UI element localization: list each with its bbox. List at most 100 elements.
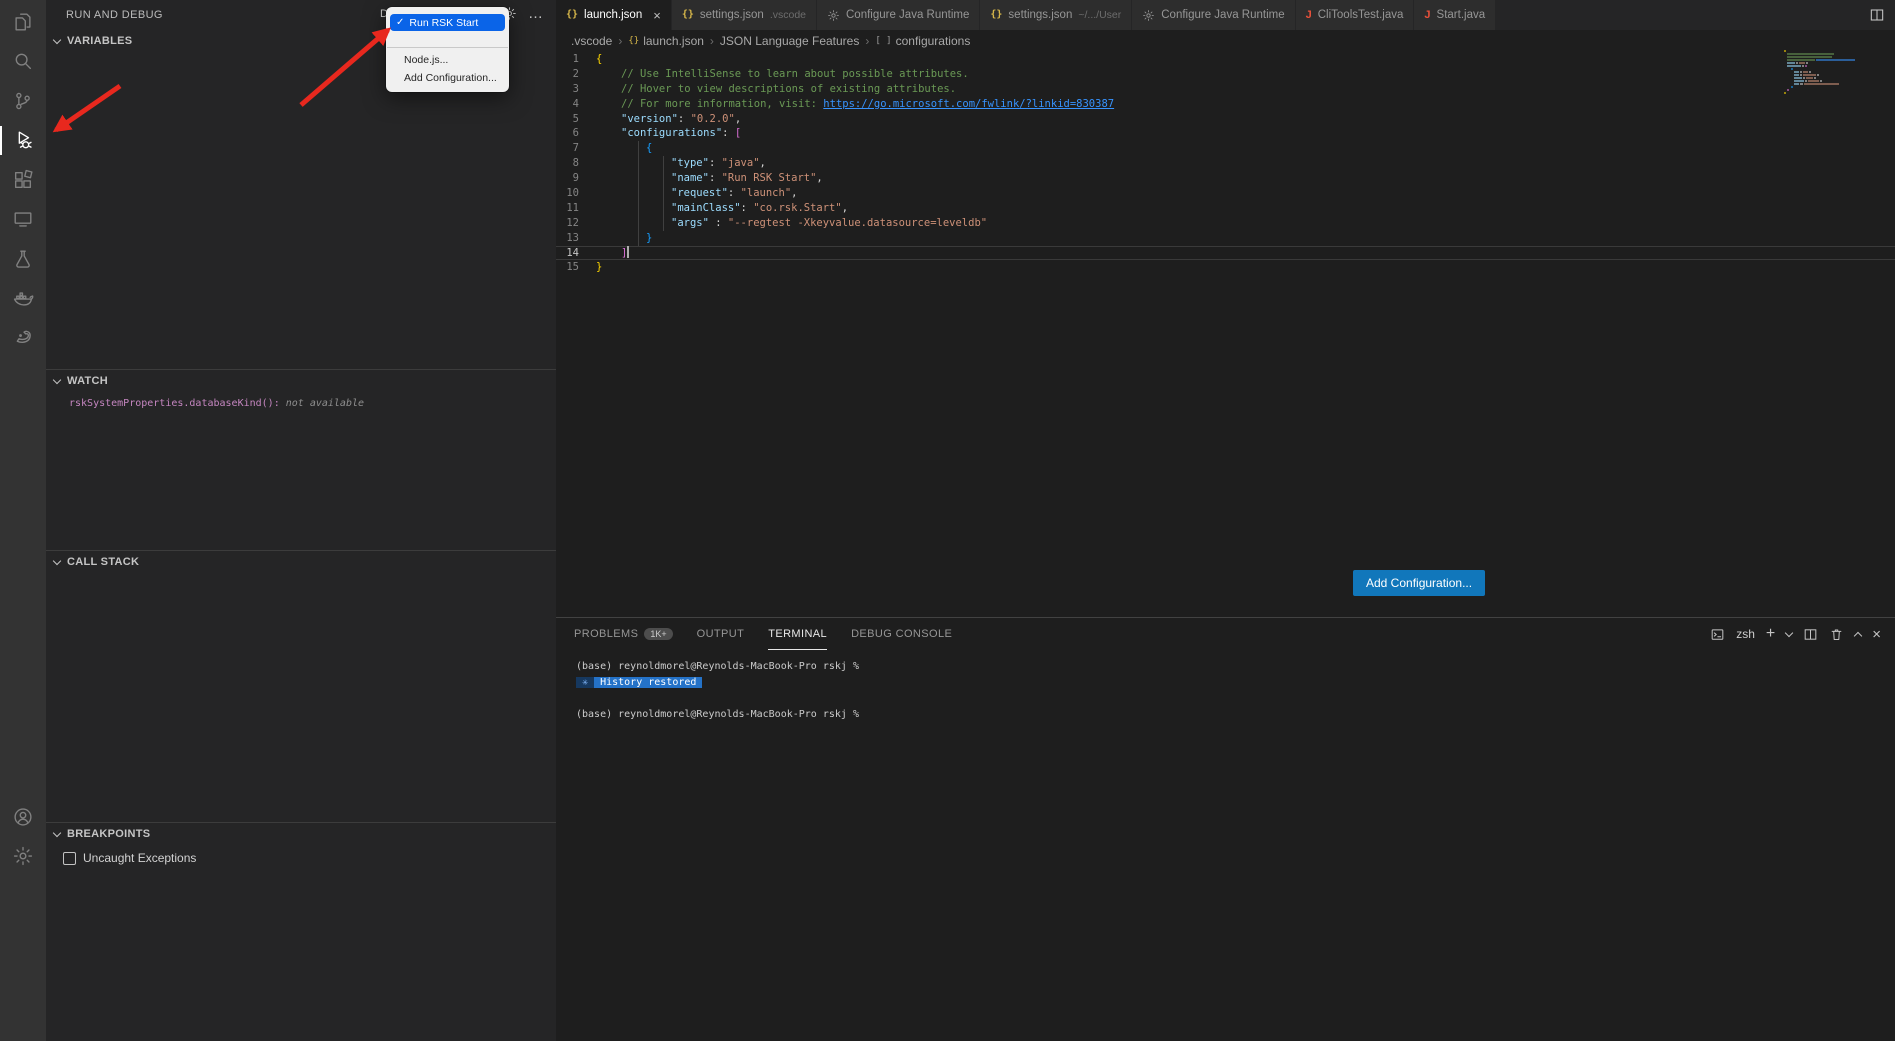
panel-tab-debug-console[interactable]: DEBUG CONSOLE bbox=[851, 618, 952, 650]
breadcrumb-item-launch-json[interactable]: {}launch.json bbox=[628, 34, 704, 48]
line-number[interactable]: 6 bbox=[556, 126, 596, 141]
activity-item-run-and-debug[interactable] bbox=[0, 121, 46, 161]
code-line[interactable]: 10"request": "launch", bbox=[556, 186, 1895, 201]
tab-configure-java-runtime[interactable]: Configure Java Runtime bbox=[817, 0, 980, 30]
line-number[interactable]: 12 bbox=[556, 216, 596, 231]
chevron-down-icon[interactable] bbox=[1785, 628, 1793, 636]
close-panel-icon[interactable]: × bbox=[1872, 627, 1881, 642]
line-number[interactable]: 5 bbox=[556, 112, 596, 127]
breadcrumb-item-vscode[interactable]: .vscode bbox=[571, 34, 612, 48]
new-terminal-icon[interactable]: + bbox=[1766, 626, 1775, 642]
panel-tab-label: DEBUG CONSOLE bbox=[851, 628, 952, 640]
code-line[interactable]: 15} bbox=[556, 260, 1895, 275]
history-star-icon: ✳ bbox=[576, 677, 594, 688]
code-line[interactable]: 1{ bbox=[556, 52, 1895, 67]
code-line[interactable]: 5"version": "0.2.0", bbox=[556, 112, 1895, 127]
activity-item-remote-explorer[interactable] bbox=[0, 200, 46, 240]
line-number[interactable]: 14 bbox=[556, 246, 596, 261]
code-line[interactable]: 14] bbox=[556, 246, 1895, 261]
line-number[interactable]: 1 bbox=[556, 52, 596, 67]
activity-item-testing[interactable] bbox=[0, 239, 46, 279]
activity-item-source-control[interactable] bbox=[0, 81, 46, 121]
code-line[interactable]: 13} bbox=[556, 231, 1895, 246]
activity-item-extensions[interactable] bbox=[0, 160, 46, 200]
menu-item-run-rsk-start[interactable]: ✓ Run RSK Start bbox=[390, 14, 505, 31]
line-number[interactable]: 11 bbox=[556, 201, 596, 216]
shell-label[interactable]: zsh bbox=[1736, 627, 1755, 641]
source-control-icon bbox=[12, 90, 34, 112]
menu-item-add-configuration[interactable]: Add Configuration... bbox=[386, 69, 509, 87]
sidebar-title: RUN AND DEBUG bbox=[66, 9, 163, 21]
breadcrumb-item-json-language-features[interactable]: JSON Language Features bbox=[720, 34, 859, 48]
beaker-icon bbox=[12, 248, 34, 270]
code-line[interactable]: 11"mainClass": "co.rsk.Start", bbox=[556, 201, 1895, 216]
line-number[interactable]: 8 bbox=[556, 156, 596, 171]
line-number[interactable]: 4 bbox=[556, 97, 596, 112]
code-editor[interactable]: 1{2// Use IntelliSense to learn about po… bbox=[556, 52, 1895, 275]
breadcrumb-item-configurations[interactable]: [ ]configurations bbox=[875, 34, 970, 48]
code-line[interactable]: 4// For more information, visit: https:/… bbox=[556, 97, 1895, 112]
section-header-watch[interactable]: WATCH bbox=[46, 370, 556, 392]
panel-tabbar: PROBLEMS1K+ OUTPUT TERMINAL DEBUG CONSOLE bbox=[556, 618, 1895, 650]
code-line[interactable]: 6"configurations": [ bbox=[556, 126, 1895, 141]
section-label: WATCH bbox=[67, 375, 108, 387]
activity-item-search[interactable] bbox=[0, 42, 46, 82]
code-line[interactable]: 3// Hover to view descriptions of existi… bbox=[556, 82, 1895, 97]
line-number[interactable]: 2 bbox=[556, 67, 596, 82]
terminal-profile-icon[interactable] bbox=[1710, 627, 1725, 642]
vscode-window: RUN AND DEBUG D … VARIABLES WATCH rskSys… bbox=[0, 0, 1895, 1041]
line-number[interactable]: 13 bbox=[556, 231, 596, 246]
tab-settings-json[interactable]: {}settings.json.vscode bbox=[672, 0, 817, 30]
json-braces-icon: {} bbox=[990, 10, 1002, 20]
code-line[interactable]: 8"type": "java", bbox=[556, 156, 1895, 171]
tab-launch-json[interactable]: {}launch.json× bbox=[556, 0, 672, 30]
section-header-breakpoints[interactable]: BREAKPOINTS bbox=[46, 823, 556, 845]
uncaught-exceptions-checkbox[interactable] bbox=[63, 852, 76, 865]
activity-item-gradle[interactable] bbox=[0, 318, 46, 358]
activity-bar-top bbox=[0, 0, 46, 358]
activity-item-manage[interactable] bbox=[0, 837, 46, 877]
panel-tab-problems[interactable]: PROBLEMS1K+ bbox=[574, 618, 673, 650]
tab-configure-java-runtime[interactable]: Configure Java Runtime bbox=[1132, 0, 1295, 30]
activity-item-accounts[interactable] bbox=[0, 797, 46, 837]
panel-tab-terminal[interactable]: TERMINAL bbox=[768, 618, 827, 650]
tab-label: Start.java bbox=[1437, 9, 1486, 21]
activity-item-docker[interactable] bbox=[0, 279, 46, 319]
code-line[interactable]: 2// Use IntelliSense to learn about poss… bbox=[556, 67, 1895, 82]
watch-expression-row[interactable]: rskSystemProperties.databaseKind(): not … bbox=[46, 392, 556, 409]
panel-controls: zsh + × bbox=[1710, 626, 1881, 642]
split-terminal-icon[interactable] bbox=[1803, 627, 1818, 642]
close-icon[interactable]: × bbox=[653, 8, 661, 23]
add-configuration-button[interactable]: Add Configuration... bbox=[1353, 570, 1485, 596]
terminal-line: ✳ History restored bbox=[576, 675, 1895, 691]
line-number[interactable]: 10 bbox=[556, 186, 596, 201]
code-line[interactable]: 12"args" : "--regtest -Xkeyvalue.datasou… bbox=[556, 216, 1895, 231]
panel-tab-output[interactable]: OUTPUT bbox=[697, 618, 745, 650]
minimap[interactable] bbox=[1784, 50, 1879, 95]
split-editor-icon[interactable] bbox=[1869, 7, 1885, 23]
line-number[interactable]: 3 bbox=[556, 82, 596, 97]
tab-label: settings.json bbox=[1008, 9, 1072, 21]
kill-terminal-trash-icon[interactable] bbox=[1829, 627, 1844, 642]
code-line[interactable]: 7{ bbox=[556, 141, 1895, 156]
activity-bar-bottom bbox=[0, 797, 46, 876]
line-number[interactable]: 15 bbox=[556, 260, 596, 275]
remote-window-icon bbox=[12, 208, 34, 230]
account-icon bbox=[12, 806, 34, 828]
tab-start-java[interactable]: JStart.java bbox=[1414, 0, 1496, 30]
tab-clitoolstest-java[interactable]: JCliToolsTest.java bbox=[1296, 0, 1415, 30]
line-number[interactable]: 7 bbox=[556, 141, 596, 156]
code-line[interactable]: 9"name": "Run RSK Start", bbox=[556, 171, 1895, 186]
terminal-output[interactable]: (base) reynoldmorel@Reynolds-MacBook-Pro… bbox=[556, 650, 1895, 723]
activity-item-explorer[interactable] bbox=[0, 2, 46, 42]
section-breakpoints: BREAKPOINTS Uncaught Exceptions bbox=[46, 822, 556, 1041]
menu-item-node-js[interactable]: Node.js... bbox=[386, 51, 509, 69]
maximize-panel-icon[interactable] bbox=[1854, 631, 1862, 639]
tab-settings-json[interactable]: {}settings.json~/.../User bbox=[980, 0, 1132, 30]
more-actions-icon[interactable]: … bbox=[528, 6, 544, 21]
bottom-panel: PROBLEMS1K+ OUTPUT TERMINAL DEBUG CONSOLE z… bbox=[556, 617, 1895, 1041]
section-header-call-stack[interactable]: CALL STACK bbox=[46, 551, 556, 573]
json-braces-icon: {} bbox=[566, 10, 578, 20]
section-label: VARIABLES bbox=[67, 35, 132, 47]
line-number[interactable]: 9 bbox=[556, 171, 596, 186]
